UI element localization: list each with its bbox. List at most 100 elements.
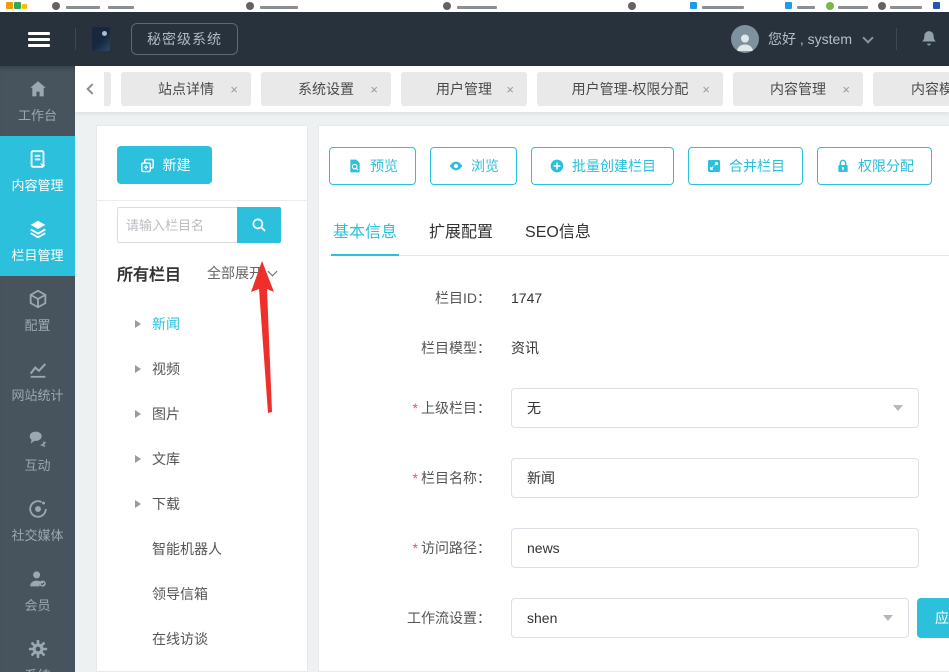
scrolled-tab-fragment[interactable] — [104, 72, 111, 106]
column-id-value: 1747 — [511, 290, 543, 306]
bookmark-favicon[interactable] — [22, 4, 27, 9]
tree-item-leader-mailbox[interactable]: 领导信箱 — [97, 571, 307, 616]
sidebar-item-site-statistics[interactable]: 网站统计 — [0, 346, 75, 416]
bookmark-label[interactable] — [702, 6, 744, 9]
bookmark-label[interactable] — [108, 6, 134, 9]
browse-button[interactable]: 浏览 — [430, 147, 517, 185]
expand-all-toggle[interactable]: 全部展开 — [207, 263, 278, 283]
column-detail-panel: 预览 浏览 批量创建栏目 合并栏目 权限分配 基本信息 扩展配置 SEO信息 栏… — [318, 125, 949, 672]
user-avatar[interactable] — [730, 25, 759, 53]
close-tab-icon[interactable] — [506, 83, 514, 96]
cube-icon — [29, 289, 46, 309]
column-name-input[interactable] — [511, 458, 919, 498]
search-button[interactable] — [237, 207, 281, 243]
chevron-down-icon[interactable] — [862, 31, 874, 44]
field-label: 栏目模型： — [421, 340, 491, 356]
tree-item-picture[interactable]: 图片 — [97, 391, 307, 436]
page-tab-site-detail[interactable]: 站点详情 — [121, 72, 251, 106]
page-tab-content-management[interactable]: 内容管理 — [733, 72, 863, 106]
tree-item-video[interactable]: 视频 — [97, 346, 307, 391]
bookmark-label[interactable] — [260, 6, 298, 9]
merge-columns-button[interactable]: 合并栏目 — [688, 147, 803, 185]
field-label: 上级栏目： — [329, 398, 491, 418]
merge-icon — [708, 160, 720, 172]
detail-tabs: 基本信息 扩展配置 SEO信息 — [329, 218, 949, 256]
sidebar-item-content-management[interactable]: 内容管理 — [0, 136, 75, 206]
column-search-input[interactable] — [117, 207, 237, 243]
new-column-button[interactable]: 新建 — [117, 146, 212, 184]
search-icon — [252, 218, 266, 232]
expand-triangle-icon[interactable] — [135, 499, 141, 508]
page-tab-user-permission[interactable]: 用户管理-权限分配 — [537, 72, 723, 106]
page-tab-user-management[interactable]: 用户管理 — [401, 72, 527, 106]
tree-title: 所有栏目 — [117, 267, 182, 284]
bookmark-favicon[interactable] — [785, 2, 792, 9]
member-icon — [29, 571, 46, 587]
tree-item-news[interactable]: 新闻 — [97, 301, 307, 346]
permission-assign-button[interactable]: 权限分配 — [817, 147, 932, 185]
expand-triangle-icon[interactable] — [135, 454, 141, 463]
sidebar-item-social-media[interactable]: 社交媒体 — [0, 486, 75, 556]
close-tab-icon[interactable] — [370, 83, 378, 96]
copy-plus-icon — [140, 158, 154, 172]
expand-triangle-icon[interactable] — [135, 319, 141, 328]
menu-toggle-icon[interactable] — [28, 31, 50, 47]
close-tab-icon[interactable] — [230, 83, 238, 96]
bookmark-favicon[interactable] — [52, 2, 60, 10]
tree-item-online-interview[interactable]: 在线访谈 — [97, 616, 307, 661]
bookmark-label[interactable] — [838, 6, 868, 9]
bookmark-favicon[interactable] — [933, 2, 940, 9]
column-toolbar: 预览 浏览 批量创建栏目 合并栏目 权限分配 — [329, 147, 949, 185]
sidebar-item-workbench[interactable]: 工作台 — [0, 66, 75, 136]
header-divider — [75, 28, 76, 50]
bookmark-label[interactable] — [457, 6, 497, 9]
bookmark-favicon[interactable] — [826, 2, 834, 10]
page-tab-system-settings[interactable]: 系统设置 — [261, 72, 391, 106]
preview-button[interactable]: 预览 — [329, 147, 416, 185]
bookmark-favicon[interactable] — [246, 2, 254, 10]
bookmark-favicon[interactable] — [690, 2, 697, 9]
expand-triangle-icon[interactable] — [135, 364, 141, 373]
column-form: 栏目ID： 1747 栏目模型： 资讯 上级栏目： 无 — [329, 256, 949, 672]
column-tree-panel: 新建 所有栏目 全部展开 — [96, 125, 308, 672]
bookmark-label[interactable] — [890, 6, 922, 9]
sidebar-item-member[interactable]: 会员 — [0, 556, 75, 626]
tab-extended-config[interactable]: 扩展配置 — [427, 218, 495, 255]
sidebar-item-interaction[interactable]: 互动 — [0, 416, 75, 486]
tree-item-download[interactable]: 下载 — [97, 481, 307, 526]
parent-column-select[interactable]: 无 — [511, 388, 919, 428]
main-sidebar: 工作台 内容管理 栏目管理 配置 网站统计 互动 社交媒体 会员 — [0, 66, 75, 672]
social-icon — [28, 500, 47, 518]
bookmark-favicon[interactable] — [628, 2, 636, 10]
workflow-select[interactable]: shen — [511, 598, 909, 638]
tab-basic-info[interactable]: 基本信息 — [331, 218, 400, 256]
form-row-access-path: 访问路径： — [329, 528, 949, 568]
access-path-input[interactable] — [511, 528, 919, 568]
chat-icon — [29, 431, 46, 448]
tab-seo-info[interactable]: SEO信息 — [523, 218, 593, 255]
batch-create-columns-button[interactable]: 批量创建栏目 — [531, 147, 674, 185]
close-tab-icon[interactable] — [702, 83, 710, 96]
page-tab-content-model[interactable]: 内容模型管理 — [873, 72, 949, 106]
preview-icon — [350, 159, 360, 173]
sidebar-item-config[interactable]: 配置 — [0, 276, 75, 346]
expand-triangle-icon[interactable] — [135, 409, 141, 418]
browser-bookmarks-bar[interactable] — [0, 0, 949, 12]
bookmark-favicon[interactable] — [878, 2, 886, 10]
content-icon — [30, 150, 45, 168]
bookmark-label[interactable] — [797, 6, 815, 9]
apply-button[interactable]: 应用 — [917, 598, 949, 638]
header-divider — [896, 28, 897, 50]
scroll-tabs-left-button[interactable] — [83, 72, 101, 106]
bookmark-favicon[interactable] — [6, 2, 13, 9]
sidebar-item-system[interactable]: 系统 — [0, 626, 75, 672]
sidebar-item-column-management[interactable]: 栏目管理 — [0, 206, 75, 276]
close-tab-icon[interactable] — [842, 83, 850, 96]
bookmark-favicon[interactable] — [14, 2, 21, 9]
bookmark-favicon[interactable] — [443, 2, 451, 10]
chevron-down-icon — [883, 615, 893, 621]
bell-icon[interactable] — [919, 29, 939, 49]
tree-item-robot[interactable]: 智能机器人 — [97, 526, 307, 571]
tree-item-library[interactable]: 文库 — [97, 436, 307, 481]
bookmark-label[interactable] — [66, 6, 100, 9]
